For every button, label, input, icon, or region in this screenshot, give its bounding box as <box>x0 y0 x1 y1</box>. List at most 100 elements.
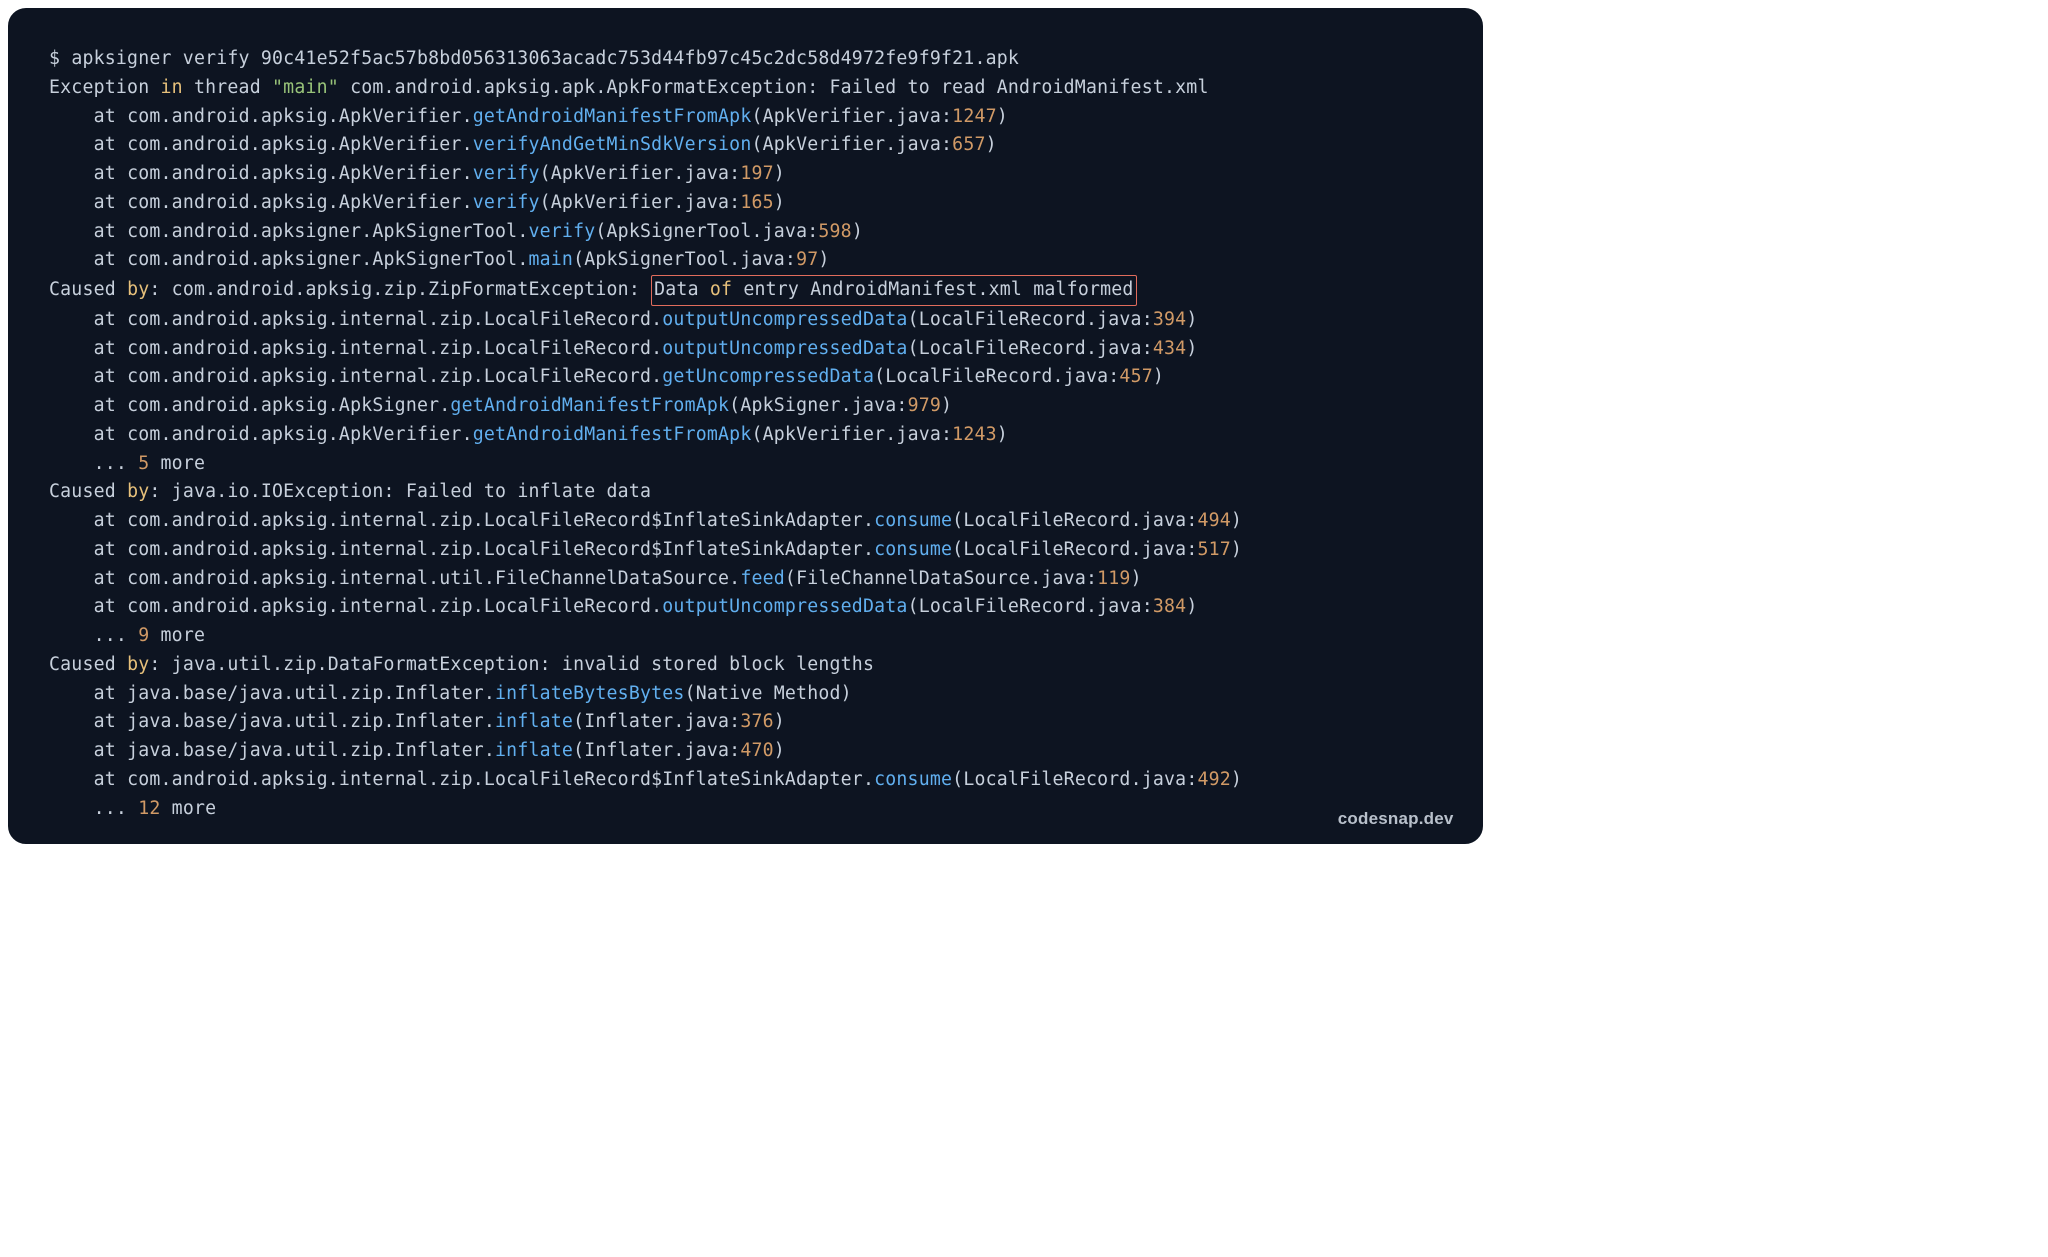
watermark: codesnap.dev <box>1338 809 1454 829</box>
paren: (LocalFileRecord.java: <box>874 366 1119 387</box>
paren: ) <box>941 395 952 416</box>
paren: (FileChannelDataSource.java: <box>785 568 1097 589</box>
paren: ) <box>774 192 785 213</box>
at: at <box>94 596 116 617</box>
method: outputUncompressedData <box>662 338 907 359</box>
pkg: com.android.apksig.internal.zip.LocalFil… <box>116 596 662 617</box>
cause-rest: : com.android.apksig.zip.ZipFormatExcept… <box>149 279 651 300</box>
paren: (ApkSignerTool.java: <box>595 221 818 242</box>
line-no: 657 <box>952 134 985 155</box>
method: consume <box>874 769 952 790</box>
paren: (ApkVerifier.java: <box>540 163 741 184</box>
line-no: 1247 <box>952 106 997 127</box>
more: more <box>149 625 205 646</box>
pkg: com.android.apksig.ApkVerifier. <box>116 163 473 184</box>
line-no: 979 <box>908 395 941 416</box>
paren: (LocalFileRecord.java: <box>908 338 1153 359</box>
exc-rest: com.android.apksig.apk.ApkFormatExceptio… <box>339 77 1209 98</box>
at: at <box>94 740 116 761</box>
at: at <box>94 106 116 127</box>
pkg: com.android.apksig.internal.zip.LocalFil… <box>116 309 662 330</box>
pkg: com.android.apksig.internal.zip.LocalFil… <box>116 366 662 387</box>
method: getAndroidManifestFromApk <box>473 424 752 445</box>
terminal-window: $ apksigner verify 90c41e52f5ac57b8bd056… <box>8 8 1483 844</box>
at: at <box>94 309 116 330</box>
method: getAndroidManifestFromApk <box>450 395 729 416</box>
at: at <box>94 395 116 416</box>
method: verify <box>528 221 595 242</box>
pkg: com.android.apksig.ApkVerifier. <box>116 424 473 445</box>
paren: ) <box>774 163 785 184</box>
pkg: com.android.apksig.ApkVerifier. <box>116 134 473 155</box>
line-no: 598 <box>818 221 851 242</box>
paren: (LocalFileRecord.java: <box>908 309 1153 330</box>
caused: Caused <box>49 481 127 502</box>
paren: (ApkSigner.java: <box>729 395 907 416</box>
paren: ) <box>986 134 997 155</box>
method: inflateBytesBytes <box>495 683 685 704</box>
paren: ) <box>774 711 785 732</box>
kw-in: in <box>161 77 183 98</box>
at: at <box>94 424 116 445</box>
method: inflate <box>495 740 573 761</box>
pkg: com.android.apksigner.ApkSignerTool. <box>116 249 529 270</box>
method: consume <box>874 510 952 531</box>
at: at <box>94 134 116 155</box>
at: at <box>94 221 116 242</box>
at: at <box>94 163 116 184</box>
line-no: 492 <box>1197 769 1230 790</box>
paren: ) <box>1186 309 1197 330</box>
at: at <box>94 366 116 387</box>
at: at <box>94 192 116 213</box>
method: verify <box>473 192 540 213</box>
at: at <box>94 539 116 560</box>
paren: ) <box>1153 366 1164 387</box>
paren: (LocalFileRecord.java: <box>952 510 1197 531</box>
dots: ... <box>94 798 139 819</box>
line-no: 394 <box>1153 309 1186 330</box>
line-no: 197 <box>740 163 773 184</box>
at: at <box>94 338 116 359</box>
exc-prefix: Exception <box>49 77 161 98</box>
paren: (ApkVerifier.java: <box>751 134 952 155</box>
line-no: 517 <box>1197 539 1230 560</box>
prompt: $ <box>49 48 71 69</box>
paren: (LocalFileRecord.java: <box>952 769 1197 790</box>
line-no: 494 <box>1197 510 1230 531</box>
method: outputUncompressedData <box>662 596 907 617</box>
terminal-output: $ apksigner verify 90c41e52f5ac57b8bd056… <box>49 45 1442 823</box>
more: more <box>149 453 205 474</box>
paren: (Inflater.java: <box>573 740 740 761</box>
paren: ) <box>1186 338 1197 359</box>
paren: (ApkVerifier.java: <box>751 424 952 445</box>
exc-thread-name: "main" <box>272 77 339 98</box>
pkg: com.android.apksig.internal.zip.LocalFil… <box>116 539 874 560</box>
paren: ) <box>1231 539 1242 560</box>
paren: (LocalFileRecord.java: <box>952 539 1197 560</box>
line-no: 384 <box>1153 596 1186 617</box>
method: main <box>528 249 573 270</box>
at: at <box>94 510 116 531</box>
paren: ) <box>774 740 785 761</box>
pkg: com.android.apksig.ApkVerifier. <box>116 192 473 213</box>
exc-thread-lbl: thread <box>183 77 272 98</box>
hl-rest: entry AndroidManifest.xml malformed <box>732 279 1133 300</box>
method: outputUncompressedData <box>662 309 907 330</box>
at: at <box>94 249 116 270</box>
at: at <box>94 683 116 704</box>
method: getAndroidManifestFromApk <box>473 106 752 127</box>
method: getUncompressedData <box>662 366 874 387</box>
hl-data: Data <box>654 279 710 300</box>
more: more <box>161 798 217 819</box>
pkg: com.android.apksig.internal.util.FileCha… <box>116 568 740 589</box>
paren: ) <box>852 221 863 242</box>
paren: ) <box>1186 596 1197 617</box>
caused: Caused <box>49 279 127 300</box>
line-no: 457 <box>1119 366 1152 387</box>
pkg: com.android.apksig.internal.zip.LocalFil… <box>116 338 662 359</box>
kw-by: by <box>127 279 149 300</box>
line-no: 119 <box>1097 568 1130 589</box>
more-n: 9 <box>138 625 149 646</box>
pkg: com.android.apksigner.ApkSignerTool. <box>116 221 529 242</box>
paren: ) <box>1231 510 1242 531</box>
